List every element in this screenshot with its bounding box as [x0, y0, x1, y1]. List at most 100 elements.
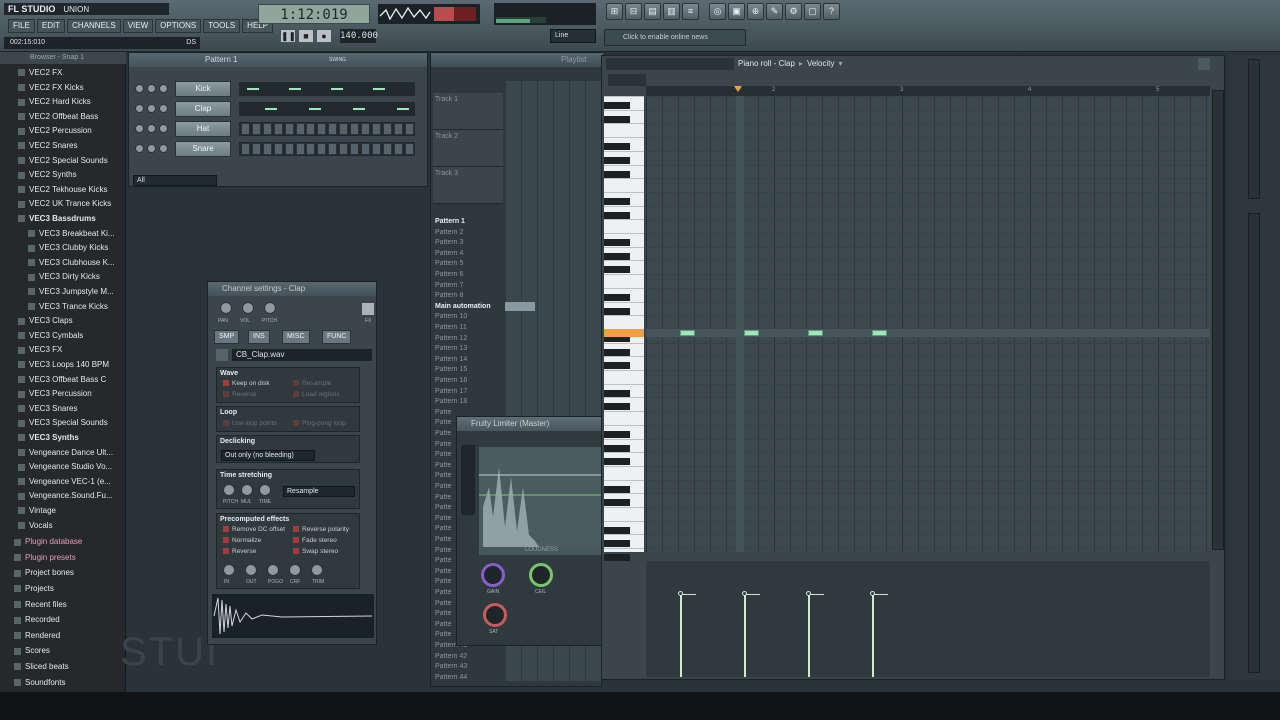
tool-7-icon[interactable]: ⊕ — [747, 3, 764, 20]
browser-item[interactable]: VEC3 Trance Kicks — [0, 300, 124, 315]
pattern-item[interactable]: Main automation — [433, 302, 503, 313]
tab-misc[interactable]: MISC — [282, 330, 310, 344]
checkbox-option[interactable]: Load regions — [293, 391, 340, 398]
mute-icon[interactable] — [135, 84, 144, 93]
tool-1-icon[interactable]: ⊟ — [625, 3, 642, 20]
note-grid[interactable] — [646, 96, 1210, 552]
browser-root-item[interactable]: Scores — [0, 644, 124, 659]
tool-11-icon[interactable]: ? — [823, 3, 840, 20]
checkbox-icon[interactable] — [293, 391, 299, 398]
step-button[interactable] — [328, 143, 338, 155]
browser-root-item[interactable]: Project bones — [0, 566, 124, 581]
step-button[interactable] — [273, 143, 283, 155]
checkbox-icon[interactable] — [293, 548, 299, 555]
browser-item[interactable]: VEC3 Clubby Kicks — [0, 241, 124, 256]
checkbox-option[interactable]: Resample — [293, 380, 331, 387]
tool-3-icon[interactable]: ▥ — [663, 3, 680, 20]
stretch-time-knob[interactable] — [259, 484, 271, 496]
step-button[interactable] — [393, 123, 403, 135]
snap-select[interactable]: Line — [550, 29, 596, 43]
pause-button[interactable]: ❚❚ — [280, 29, 296, 43]
tool-9-icon[interactable]: ⚙ — [785, 3, 802, 20]
step-button[interactable] — [273, 123, 283, 135]
browser-item[interactable]: Vengeance VEC-1 (e... — [0, 475, 124, 490]
step-button[interactable] — [241, 123, 250, 135]
checkbox-icon[interactable] — [223, 420, 229, 427]
velocity-bar[interactable] — [808, 594, 810, 677]
step-button[interactable] — [295, 143, 305, 155]
browser-item[interactable]: VEC3 FX — [0, 343, 124, 358]
checkbox-icon[interactable] — [293, 380, 299, 387]
right-scrollbar-top[interactable] — [1248, 59, 1260, 199]
checkbox-icon[interactable] — [223, 548, 229, 555]
stretch-mul-knob[interactable] — [241, 484, 253, 496]
channel-button[interactable]: Kick — [175, 81, 231, 97]
browser-root-item[interactable]: Recorded — [0, 613, 124, 628]
declicking-select[interactable]: Out only (no bleeding) — [221, 450, 315, 461]
browser-root-item[interactable]: Rendered — [0, 629, 124, 644]
step-button[interactable] — [360, 123, 370, 135]
step-button[interactable] — [360, 143, 370, 155]
browser-item[interactable]: VEC2 UK Trance Kicks — [0, 197, 124, 212]
browser-item[interactable]: VEC3 Breakbeat Ki... — [0, 227, 124, 242]
volume-knob[interactable] — [159, 144, 168, 153]
checkbox-icon[interactable] — [293, 420, 299, 427]
step-grid[interactable] — [239, 122, 415, 136]
pattern-item[interactable]: Pattern 3 — [433, 238, 503, 249]
step-button[interactable] — [371, 143, 381, 155]
gain-knob[interactable] — [481, 563, 505, 587]
tempo-display[interactable]: 140.000 — [340, 29, 378, 43]
menu-options[interactable]: OPTIONS — [155, 19, 202, 33]
browser-item[interactable]: Vocals — [0, 519, 124, 534]
pattern-item[interactable]: Pattern 17 — [433, 387, 503, 398]
pattern-item[interactable]: Pattern 12 — [433, 334, 503, 345]
browser-item[interactable]: Vengeance Studio Vo... — [0, 460, 124, 475]
pan-knob[interactable] — [147, 144, 156, 153]
step-button[interactable] — [251, 123, 261, 135]
browser-item[interactable]: VEC3 Bassdrums — [0, 212, 124, 227]
step-button[interactable] — [251, 143, 261, 155]
effect-crf-knob[interactable] — [289, 564, 301, 576]
effect-trim-knob[interactable] — [311, 564, 323, 576]
tab-func[interactable]: FUNC — [322, 330, 352, 344]
ceil-knob[interactable] — [529, 563, 553, 587]
menu-edit[interactable]: EDIT — [36, 19, 66, 33]
browser-root-item[interactable]: Plugin database — [0, 535, 124, 550]
playhead-marker[interactable] — [734, 86, 742, 92]
browser-item[interactable]: VEC3 Cymbals — [0, 329, 124, 344]
browser-item[interactable]: VEC2 FX Kicks — [0, 81, 124, 96]
playlist-track[interactable]: Track 3 — [433, 167, 503, 204]
pattern-item[interactable]: Pattern 8 — [433, 291, 503, 302]
step-button[interactable] — [306, 123, 316, 135]
effect-in-knob[interactable] — [223, 564, 235, 576]
browser-item[interactable]: VEC3 Dirty Kicks — [0, 270, 124, 285]
step-button[interactable] — [241, 143, 250, 155]
online-news-bar[interactable]: Click to enable online news — [604, 29, 746, 46]
checkbox-icon[interactable] — [223, 537, 229, 544]
pattern-item[interactable]: Pattern 14 — [433, 355, 503, 366]
browser-item[interactable]: VEC2 Percussion — [0, 124, 124, 139]
note[interactable] — [680, 330, 695, 336]
channel-button[interactable]: Snare — [175, 141, 231, 157]
pattern-item[interactable]: Pattern 18 — [433, 397, 503, 408]
pattern-item[interactable]: Pattern 2 — [433, 228, 503, 239]
menu-view[interactable]: VIEW — [122, 19, 154, 33]
checkbox-option[interactable]: Remove DC offset — [223, 526, 285, 533]
checkbox-icon[interactable] — [223, 526, 229, 533]
stop-button[interactable]: ■ — [298, 29, 314, 43]
step-button[interactable] — [295, 123, 305, 135]
mute-icon[interactable] — [135, 124, 144, 133]
pan-knob[interactable] — [147, 104, 156, 113]
step-button[interactable] — [350, 123, 359, 135]
close-icon[interactable] — [1198, 58, 1210, 70]
volume-knob[interactable] — [159, 84, 168, 93]
step-button[interactable] — [306, 143, 316, 155]
browser-item[interactable]: VEC2 Synths — [0, 168, 124, 183]
sample-file-select[interactable]: CB_Clap.wav — [232, 349, 372, 361]
step-button[interactable] — [328, 123, 338, 135]
tool-0-icon[interactable]: ⊞ — [606, 3, 623, 20]
mini-piano-roll[interactable] — [239, 102, 415, 116]
mute-icon[interactable] — [135, 144, 144, 153]
limiter-title[interactable]: Fruity Limiter (Master) — [457, 417, 603, 431]
checkbox-option[interactable]: Keep on disk — [223, 380, 270, 387]
